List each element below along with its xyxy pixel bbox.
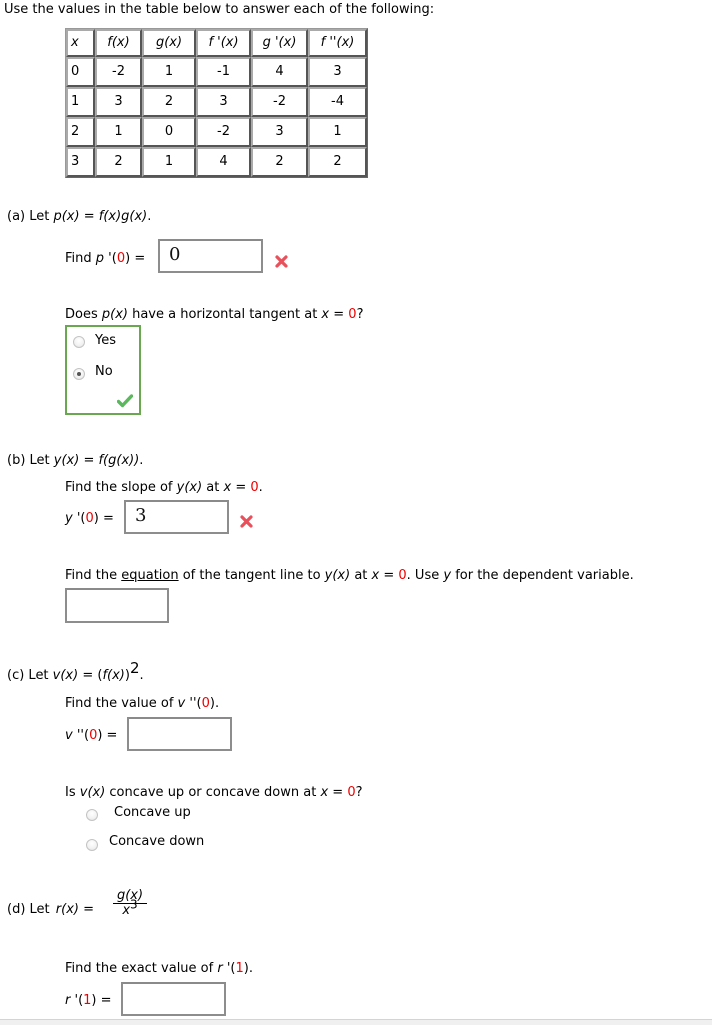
fraction-denominator: x3 — [122, 897, 138, 918]
checkmark-icon — [117, 394, 133, 408]
incorrect-x-icon — [275, 255, 288, 268]
table-cell: 3 — [251, 117, 308, 147]
table-cell: 2 — [251, 147, 308, 177]
table-cell: -1 — [196, 57, 251, 87]
radio-no[interactable] — [73, 368, 85, 380]
radio-no-label: No — [95, 364, 113, 379]
table-cell: -4 — [308, 87, 367, 117]
part-d-statement: (d) Let r(x) = — [7, 902, 94, 917]
table-cell: 3 — [196, 87, 251, 117]
table-header-cell: g(x) — [142, 29, 196, 57]
table-cell: 0 — [142, 117, 196, 147]
table-cell: -2 — [251, 87, 308, 117]
tangent-equation-input[interactable] — [65, 588, 169, 623]
intro-text: Use the values in the table below to ans… — [4, 2, 435, 17]
table-row: 0 -2 1 -1 4 3 — [66, 57, 367, 87]
table-cell: 2 — [142, 87, 196, 117]
part-c-answer-label: v ''(0) = — [65, 728, 118, 743]
part-a-find-label: Find p '(0) = — [65, 251, 146, 266]
table-cell: 1 — [66, 87, 95, 117]
table-cell: 3 — [66, 147, 95, 177]
table-row: 1 3 2 3 -2 -4 — [66, 87, 367, 117]
table-header-cell: x — [66, 29, 95, 57]
y-prime-0-input[interactable]: 3 — [124, 500, 229, 534]
fraction: g(x) x3 — [113, 889, 147, 918]
radio-yes-label: Yes — [95, 333, 116, 348]
part-a-horizontal-tangent-question: Does p(x) have a horizontal tangent at x… — [65, 307, 364, 322]
radio-yes[interactable] — [73, 336, 85, 348]
table-cell: 3 — [308, 57, 367, 87]
part-b-answer-label: y '(0) = — [65, 511, 114, 526]
table-cell: 2 — [66, 117, 95, 147]
table-cell: 0 — [66, 57, 95, 87]
table-cell: 1 — [95, 117, 142, 147]
table-row: 321422 — [66, 147, 367, 177]
radio-concave-down[interactable] — [86, 839, 98, 851]
table-header-cell: f ''(x) — [308, 29, 367, 57]
part-b-equation-question: Find the equation of the tangent line to… — [65, 568, 634, 583]
table-cell: 1 — [308, 117, 367, 147]
v-double-prime-0-input[interactable] — [127, 717, 232, 751]
table-cell: -2 — [196, 117, 251, 147]
part-d-find-question: Find the exact value of r '(1). — [65, 961, 253, 976]
r-prime-1-input[interactable] — [121, 982, 226, 1016]
table-header-row: x f(x) g(x) f '(x) g '(x) f ''(x) — [66, 29, 367, 57]
table-cell: 2 — [308, 147, 367, 177]
table-cell: 2 — [95, 147, 142, 177]
table-cell: 1 — [142, 57, 196, 87]
values-table: x f(x) g(x) f '(x) g '(x) f ''(x) 0 -2 1 -1 4 3 1 3 2 3… — [65, 28, 368, 178]
table-cell: 4 — [251, 57, 308, 87]
p-prime-0-input[interactable]: 0 — [158, 239, 263, 273]
bottom-divider — [0, 1019, 712, 1025]
part-d-answer-label: r '(1) = — [65, 993, 112, 1008]
radio-concave-up-label: Concave up — [114, 805, 191, 820]
radio-concave-down-label: Concave down — [109, 834, 205, 849]
part-c-find-question: Find the value of v ''(0). — [65, 696, 220, 711]
part-b-slope-question: Find the slope of y(x) at x = 0. — [65, 480, 263, 495]
radio-concave-up[interactable] — [86, 809, 98, 821]
table-header-cell: f(x) — [95, 29, 142, 57]
part-c-concavity-question: Is v(x) concave up or concave down at x … — [65, 785, 363, 800]
table-cell: 3 — [95, 87, 142, 117]
table-row: 2 1 0 -2 3 1 — [66, 117, 367, 147]
part-a-statement: (a) Let p(x) = f(x)g(x). — [7, 209, 152, 224]
table-header-cell: g '(x) — [251, 29, 308, 57]
part-b-statement: (b) Let y(x) = f(g(x)). — [7, 453, 144, 468]
table-header-cell: f '(x) — [196, 29, 251, 57]
incorrect-x-icon — [240, 515, 253, 528]
equation-help-link[interactable]: equation — [121, 568, 178, 583]
table-cell: -2 — [95, 57, 142, 87]
table-cell: 4 — [196, 147, 251, 177]
table-cell: 1 — [142, 147, 196, 177]
part-c-statement: (c) Let v(x) = (f(x))2. — [7, 658, 144, 683]
